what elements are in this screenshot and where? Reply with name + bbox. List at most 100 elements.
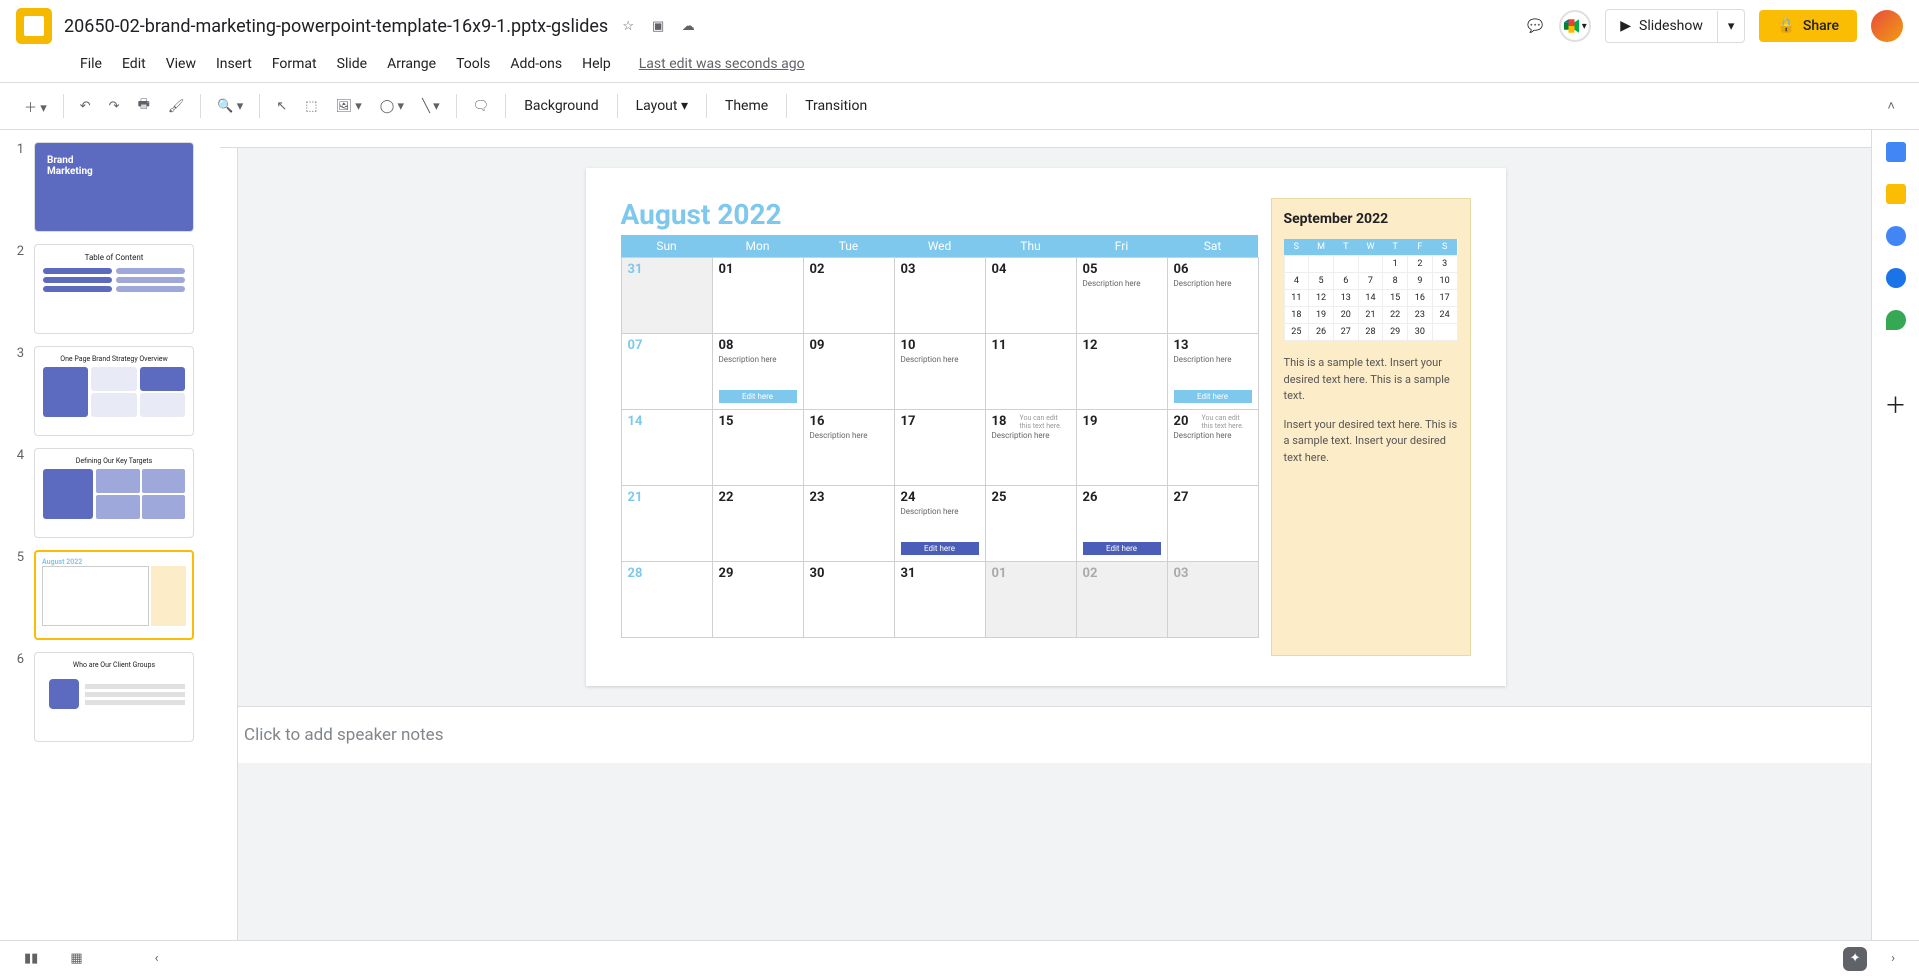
explore-button[interactable]: ✦ xyxy=(1843,947,1867,971)
line-tool[interactable]: ╲ ▾ xyxy=(414,93,448,120)
grid-view-icon[interactable]: ▦ xyxy=(62,945,90,972)
new-slide-button[interactable]: ＋ ▾ xyxy=(16,91,55,122)
cloud-status-icon[interactable]: ☁ xyxy=(678,16,698,36)
calendar-cell[interactable]: 09 xyxy=(803,334,894,410)
calendar-cell[interactable]: 29 xyxy=(712,562,803,638)
calendar-cell[interactable]: 08Description hereEdit here xyxy=(712,334,803,410)
user-avatar[interactable] xyxy=(1871,10,1903,42)
canvas-area[interactable]: August 2022 SunMonTueWedThuFriSat 310102… xyxy=(220,130,1871,940)
slide-thumb-1[interactable]: Brand Marketing xyxy=(34,142,194,232)
calendar-cell[interactable]: 01 xyxy=(985,562,1076,638)
calendar-cell[interactable]: 25 xyxy=(985,486,1076,562)
slide-thumb-5[interactable]: August 2022 xyxy=(34,550,194,640)
paint-format-button[interactable]: 🖌 xyxy=(160,93,193,120)
contacts-addon-icon[interactable] xyxy=(1886,268,1906,288)
slide-thumb-2[interactable]: Table of Content xyxy=(34,244,194,334)
layout-button[interactable]: Layout ▾ xyxy=(626,92,698,120)
star-icon[interactable]: ☆ xyxy=(618,16,638,36)
horizontal-ruler xyxy=(220,130,1871,148)
slide-thumb-4[interactable]: Defining Our Key Targets xyxy=(34,448,194,538)
keep-addon-icon[interactable] xyxy=(1886,184,1906,204)
calendar-cell[interactable]: 20You can edit this text here.Descriptio… xyxy=(1167,410,1258,486)
calendar-cell[interactable]: 19 xyxy=(1076,410,1167,486)
menu-add-ons[interactable]: Add-ons xyxy=(502,52,570,76)
move-icon[interactable]: ▣ xyxy=(648,16,668,36)
calendar-cell[interactable]: 03 xyxy=(1167,562,1258,638)
zoom-button[interactable]: 🔍 ▾ xyxy=(209,93,251,120)
slideshow-dropdown[interactable]: ▾ xyxy=(1717,11,1745,42)
side-text-1[interactable]: This is a sample text. Insert your desir… xyxy=(1284,355,1458,405)
calendar-cell[interactable]: 21 xyxy=(621,486,712,562)
slide-canvas[interactable]: August 2022 SunMonTueWedThuFriSat 310102… xyxy=(586,168,1506,686)
slideshow-button[interactable]: ▶Slideshow ▾ xyxy=(1605,9,1745,43)
calendar-cell[interactable]: 14 xyxy=(621,410,712,486)
collapse-panel-icon[interactable]: ‹ xyxy=(147,945,167,972)
menu-view[interactable]: View xyxy=(158,52,204,76)
calendar-cell[interactable]: 24Description hereEdit here xyxy=(894,486,985,562)
menu-bar: FileEditViewInsertFormatSlideArrangeTool… xyxy=(0,52,1919,82)
last-edit-link[interactable]: Last edit was seconds ago xyxy=(631,52,813,76)
textbox-tool[interactable]: ⬚ xyxy=(297,93,325,120)
calendar-cell[interactable]: 17 xyxy=(894,410,985,486)
calendar-cell[interactable]: 11 xyxy=(985,334,1076,410)
calendar-cell[interactable]: 26Edit here xyxy=(1076,486,1167,562)
calendar-addon-icon[interactable] xyxy=(1886,142,1906,162)
shape-tool[interactable]: ◯ ▾ xyxy=(372,93,412,120)
maps-addon-icon[interactable] xyxy=(1886,310,1906,330)
image-tool[interactable]: 🖼 ▾ xyxy=(328,93,370,120)
calendar-title[interactable]: August 2022 xyxy=(621,198,1259,231)
share-button[interactable]: 🔒Share xyxy=(1759,10,1857,42)
calendar-cell[interactable]: 16Description here xyxy=(803,410,894,486)
add-addon-icon[interactable]: ＋ xyxy=(1886,394,1906,414)
calendar-cell[interactable]: 31 xyxy=(894,562,985,638)
slide-thumb-6[interactable]: Who are Our Client Groups xyxy=(34,652,194,742)
menu-insert[interactable]: Insert xyxy=(208,52,260,76)
menu-help[interactable]: Help xyxy=(574,52,619,76)
document-title[interactable]: 20650-02-brand-marketing-powerpoint-temp… xyxy=(64,16,608,37)
calendar-cell[interactable]: 30 xyxy=(803,562,894,638)
comments-icon[interactable]: 💬 xyxy=(1525,16,1545,36)
speaker-notes[interactable]: Click to add speaker notes xyxy=(220,706,1871,763)
calendar-cell[interactable]: 02 xyxy=(803,258,894,334)
transition-button[interactable]: Transition xyxy=(795,92,877,120)
calendar-cell[interactable]: 04 xyxy=(985,258,1076,334)
menu-file[interactable]: File xyxy=(72,52,110,76)
print-button[interactable]: 🖶 xyxy=(130,89,158,123)
expand-side-icon[interactable]: › xyxy=(1883,945,1903,972)
meet-button[interactable]: ▾ xyxy=(1559,10,1591,42)
undo-button[interactable]: ↶ xyxy=(72,93,99,120)
menu-arrange[interactable]: Arrange xyxy=(379,52,444,76)
redo-button[interactable]: ↷ xyxy=(101,93,128,120)
background-button[interactable]: Background xyxy=(514,92,608,120)
calendar-cell[interactable]: 12 xyxy=(1076,334,1167,410)
hide-menus-button[interactable]: ˄ xyxy=(1879,92,1903,120)
menu-edit[interactable]: Edit xyxy=(114,52,154,76)
comment-add-button[interactable]: 🗨 xyxy=(465,93,498,120)
calendar-cell[interactable]: 31 xyxy=(621,258,712,334)
side-text-2[interactable]: Insert your desired text here. This is a… xyxy=(1284,417,1458,467)
menu-tools[interactable]: Tools xyxy=(448,52,498,76)
side-calendar[interactable]: September 2022 SMTWTFS123456789101112131… xyxy=(1271,198,1471,656)
calendar-cell[interactable]: 28 xyxy=(621,562,712,638)
calendar-cell[interactable]: 07 xyxy=(621,334,712,410)
theme-button[interactable]: Theme xyxy=(715,92,778,120)
calendar-cell[interactable]: 22 xyxy=(712,486,803,562)
slides-logo[interactable] xyxy=(16,8,52,44)
menu-slide[interactable]: Slide xyxy=(329,52,375,76)
tasks-addon-icon[interactable] xyxy=(1886,226,1906,246)
calendar-cell[interactable]: 06Description here xyxy=(1167,258,1258,334)
calendar-cell[interactable]: 18You can edit this text here.Descriptio… xyxy=(985,410,1076,486)
calendar-cell[interactable]: 27 xyxy=(1167,486,1258,562)
calendar-cell[interactable]: 01 xyxy=(712,258,803,334)
menu-format[interactable]: Format xyxy=(264,52,325,76)
filmstrip-view-icon[interactable]: ▮▮ xyxy=(16,945,46,972)
calendar-cell[interactable]: 15 xyxy=(712,410,803,486)
calendar-cell[interactable]: 23 xyxy=(803,486,894,562)
slide-thumb-3[interactable]: One Page Brand Strategy Overview xyxy=(34,346,194,436)
calendar-cell[interactable]: 10Description here xyxy=(894,334,985,410)
calendar-cell[interactable]: 02 xyxy=(1076,562,1167,638)
select-tool[interactable]: ↖ xyxy=(268,93,295,120)
calendar-cell[interactable]: 03 xyxy=(894,258,985,334)
calendar-cell[interactable]: 13Description hereEdit here xyxy=(1167,334,1258,410)
calendar-cell[interactable]: 05Description here xyxy=(1076,258,1167,334)
